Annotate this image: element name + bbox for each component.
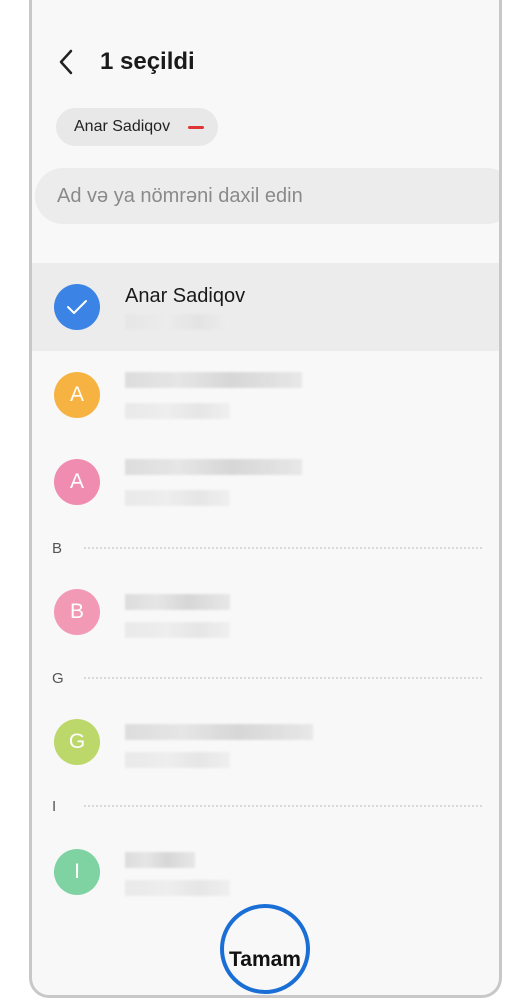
contact-name: Anar Sadiqov [125, 285, 246, 307]
chip-label: Anar Sadiqov [74, 118, 171, 135]
section-letter: B [52, 539, 63, 557]
contact-name-redacted [125, 724, 313, 740]
contact-number-redacted [125, 490, 230, 506]
search-input[interactable]: Ad və ya nömrəni daxil edin [35, 168, 499, 224]
contact-avatar: I [54, 849, 100, 895]
section-header-g: G [52, 668, 482, 688]
contact-name-redacted [125, 459, 302, 475]
section-letter: I [52, 797, 57, 815]
contact-name-redacted [125, 852, 195, 868]
contact-number-redacted [125, 622, 230, 638]
page-title: 1 seçildi [100, 48, 195, 75]
contact-row[interactable]: A [32, 351, 499, 439]
contact-name-redacted [125, 594, 230, 610]
contact-row[interactable]: I [32, 828, 499, 916]
done-label: Tamam [229, 948, 301, 971]
search-placeholder: Ad və ya nömrəni daxil edin [57, 184, 303, 207]
device-screen: 1 seçildi Anar Sadiqov Ad və ya nömrəni … [29, 0, 502, 998]
contact-avatar: A [54, 372, 100, 418]
contact-number-redacted [125, 752, 230, 768]
contact-row[interactable]: G [32, 698, 499, 786]
contact-row-selected[interactable]: Anar Sadiqov [32, 263, 499, 351]
contact-row[interactable]: A [32, 438, 499, 526]
section-letter: G [52, 669, 64, 687]
chevron-left-icon[interactable] [52, 42, 80, 82]
contact-avatar: B [54, 589, 100, 635]
section-divider [84, 677, 482, 679]
selected-contact-chip[interactable]: Anar Sadiqov [56, 108, 219, 146]
checkmark-icon[interactable] [54, 284, 100, 330]
contact-number-redacted [125, 880, 230, 896]
done-button[interactable]: Tamam [220, 904, 310, 994]
contact-name-redacted [125, 372, 302, 388]
contact-row[interactable]: B [32, 568, 499, 656]
app-header: 1 seçildi [52, 42, 195, 82]
section-header-b: B [52, 538, 482, 558]
section-header-i: I [52, 796, 482, 816]
contact-avatar: A [54, 459, 100, 505]
contact-avatar: G [54, 719, 100, 765]
minus-icon[interactable] [188, 125, 205, 129]
contact-number-redacted [125, 403, 230, 419]
section-divider [84, 805, 482, 807]
section-divider [84, 547, 482, 549]
contact-number-redacted [125, 314, 230, 330]
